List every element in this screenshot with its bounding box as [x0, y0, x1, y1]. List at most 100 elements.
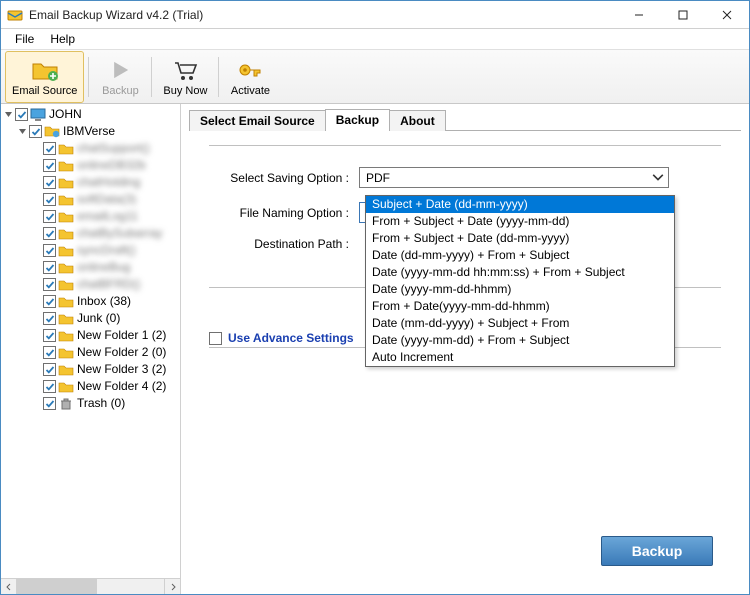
tree-label: chatBySubarray — [77, 225, 162, 242]
dropdown-option[interactable]: Date (yyyy-mm-dd) + From + Subject — [366, 332, 674, 349]
folder-icon — [58, 363, 74, 377]
dropdown-option[interactable]: From + Date(yyyy-mm-dd-hhmm) — [366, 298, 674, 315]
tree-row[interactable]: chatHolding — [1, 174, 180, 191]
tree-label: chatSupport() — [77, 140, 150, 157]
scroll-right-icon[interactable] — [164, 579, 180, 594]
toolbar-activate[interactable]: Activate — [223, 51, 277, 103]
toolbar-buy-now[interactable]: Buy Now — [156, 51, 214, 103]
tree-row[interactable]: Inbox (38) — [1, 293, 180, 310]
separator — [151, 57, 152, 97]
folder-icon — [58, 295, 74, 309]
tree-checkbox[interactable] — [43, 193, 56, 206]
separator — [88, 57, 89, 97]
tree-checkbox[interactable] — [43, 142, 56, 155]
tree-row[interactable]: Junk (0) — [1, 310, 180, 327]
toolbar-email-source[interactable]: Email Source — [5, 51, 84, 103]
tree-row[interactable]: onlineDB32b — [1, 157, 180, 174]
toolbar-backup[interactable]: Backup — [93, 51, 147, 103]
tab-select-email-source[interactable]: Select Email Source — [189, 110, 326, 131]
tree-twisty[interactable] — [17, 126, 28, 137]
backup-button[interactable]: Backup — [601, 536, 713, 566]
tree-row[interactable]: JOHN — [1, 106, 180, 123]
minimize-button[interactable] — [617, 1, 661, 29]
tree-row[interactable]: chatBFRD() — [1, 276, 180, 293]
tree-checkbox[interactable] — [43, 278, 56, 291]
dropdown-option[interactable]: From + Subject + Date (yyyy-mm-dd) — [366, 213, 674, 230]
toolbar-label: Backup — [102, 85, 139, 97]
folder-icon — [58, 329, 74, 343]
tree-row[interactable]: onlineBug — [1, 259, 180, 276]
tree-row[interactable]: New Folder 1 (2) — [1, 327, 180, 344]
toolbar: Email Source Backup Buy Now Activate — [1, 49, 749, 104]
saving-option-label: Select Saving Option : — [209, 171, 359, 185]
chevron-down-icon — [650, 170, 666, 186]
tree-row[interactable]: Trash (0) — [1, 395, 180, 412]
tree-row[interactable]: New Folder 3 (2) — [1, 361, 180, 378]
tree-checkbox[interactable] — [43, 380, 56, 393]
folder-icon — [58, 397, 74, 411]
tree-row[interactable]: IBMVerse — [1, 123, 180, 140]
tree-checkbox[interactable] — [43, 261, 56, 274]
tree-row[interactable]: New Folder 4 (2) — [1, 378, 180, 395]
tree-checkbox[interactable] — [43, 159, 56, 172]
tree-label: New Folder 3 (2) — [77, 361, 166, 378]
folder-tree[interactable]: JOHNIBMVersechatSupport()onlineDB32bchat… — [1, 104, 180, 578]
saving-option-select[interactable]: PDF — [359, 167, 669, 188]
dropdown-option[interactable]: Subject + Date (dd-mm-yyyy) — [366, 196, 674, 213]
tree-checkbox[interactable] — [43, 363, 56, 376]
tree-checkbox[interactable] — [15, 108, 28, 121]
tree-label: syncDraft() — [77, 242, 136, 259]
dropdown-option[interactable]: Auto Increment — [366, 349, 674, 366]
scroll-left-icon[interactable] — [1, 579, 17, 594]
folder-icon — [58, 380, 74, 394]
folder-icon — [58, 159, 74, 173]
tree-checkbox[interactable] — [43, 329, 56, 342]
toolbar-label: Buy Now — [163, 85, 207, 97]
dropdown-option[interactable]: From + Subject + Date (dd-mm-yyyy) — [366, 230, 674, 247]
toolbar-label: Activate — [231, 85, 270, 97]
scroll-thumb[interactable] — [17, 579, 97, 594]
horizontal-scrollbar[interactable] — [1, 578, 180, 594]
tree-checkbox[interactable] — [43, 244, 56, 257]
menu-help[interactable]: Help — [42, 30, 83, 48]
close-button[interactable] — [705, 1, 749, 29]
dropdown-option[interactable]: Date (yyyy-mm-dd hh:mm:ss) + From + Subj… — [366, 264, 674, 281]
tree-row[interactable]: softData(3) — [1, 191, 180, 208]
tree-twisty[interactable] — [3, 109, 14, 120]
tree-checkbox[interactable] — [43, 176, 56, 189]
tree-checkbox[interactable] — [43, 295, 56, 308]
sidebar: JOHNIBMVersechatSupport()onlineDB32bchat… — [1, 104, 181, 594]
tree-checkbox[interactable] — [43, 210, 56, 223]
tree-label: New Folder 2 (0) — [77, 344, 166, 361]
dropdown-option[interactable]: Date (mm-dd-yyyy) + Subject + From — [366, 315, 674, 332]
folder-icon — [58, 346, 74, 360]
tree-checkbox[interactable] — [29, 125, 42, 138]
tree-row[interactable]: emailLog11 — [1, 208, 180, 225]
tab-backup[interactable]: Backup — [325, 109, 390, 131]
folder-icon — [44, 125, 60, 139]
tab-about[interactable]: About — [389, 110, 446, 131]
separator — [218, 57, 219, 97]
tree-checkbox[interactable] — [43, 346, 56, 359]
app-icon — [7, 7, 23, 23]
tree-row[interactable]: syncDraft() — [1, 242, 180, 259]
menu-file[interactable]: File — [7, 30, 42, 48]
tree-label: chatHolding — [77, 174, 140, 191]
dropdown-option[interactable]: Date (yyyy-mm-dd-hhmm) — [366, 281, 674, 298]
tree-checkbox[interactable] — [43, 227, 56, 240]
maximize-button[interactable] — [661, 1, 705, 29]
cart-icon — [171, 56, 199, 84]
folder-icon — [58, 142, 74, 156]
tree-row[interactable]: New Folder 2 (0) — [1, 344, 180, 361]
dropdown-option[interactable]: Date (dd-mm-yyyy) + From + Subject — [366, 247, 674, 264]
tree-row[interactable]: chatBySubarray — [1, 225, 180, 242]
folder-icon — [30, 108, 46, 122]
tabs: Select Email Source Backup About — [189, 108, 741, 130]
tree-row[interactable]: chatSupport() — [1, 140, 180, 157]
file-naming-dropdown[interactable]: Subject + Date (dd-mm-yyyy)From + Subjec… — [365, 195, 675, 367]
tree-checkbox[interactable] — [43, 312, 56, 325]
scroll-track[interactable] — [17, 579, 164, 594]
tree-checkbox[interactable] — [43, 397, 56, 410]
tree-label: New Folder 1 (2) — [77, 327, 166, 344]
advance-settings-checkbox[interactable] — [209, 332, 222, 345]
